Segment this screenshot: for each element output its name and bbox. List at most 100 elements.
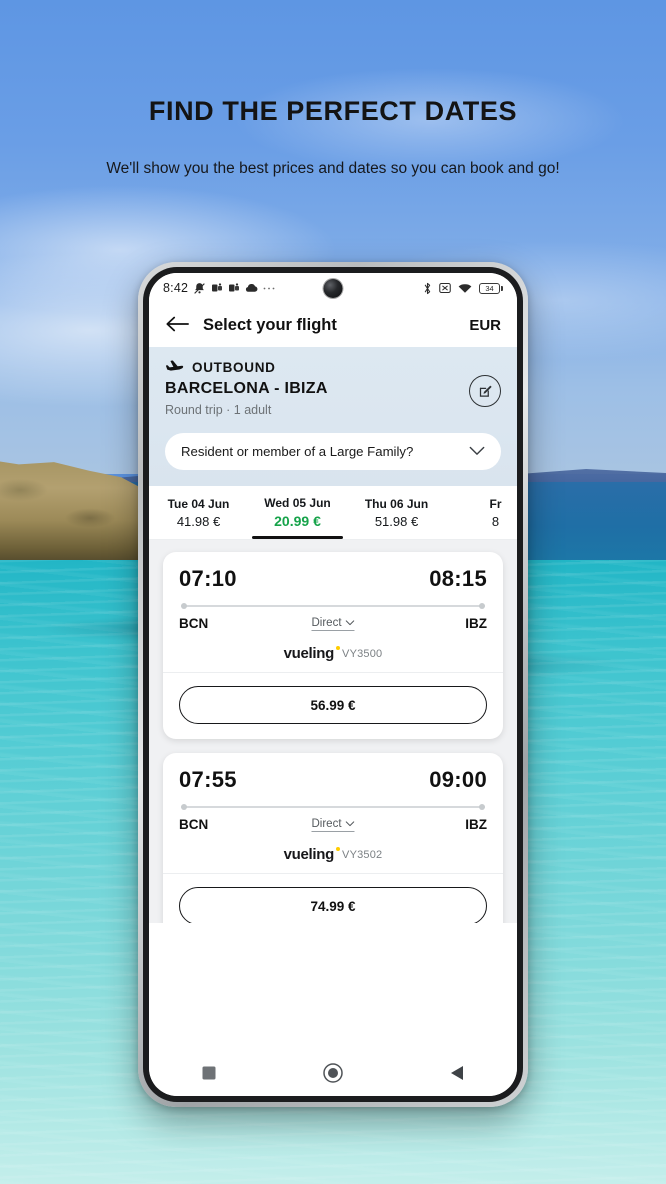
- rocky-coastline-left: [0, 460, 150, 568]
- chevron-down-icon: [345, 820, 355, 826]
- flight-card-bottom: 74.99 €: [163, 874, 503, 923]
- airline-row: vueling VY3500: [179, 645, 487, 662]
- outbound-label: OUTBOUND: [192, 359, 276, 375]
- date-label: Thu 06 Jun: [364, 496, 429, 511]
- select-price-button[interactable]: 56.99 €: [179, 686, 487, 724]
- origin-dot: [181, 603, 187, 609]
- airline-name: vueling: [283, 645, 335, 662]
- date-price: 8: [491, 513, 500, 529]
- flight-results-list[interactable]: 07:10 08:15 BCN Direct IBZ vueling VY350…: [149, 540, 517, 923]
- origin-dot: [181, 804, 187, 810]
- departure-time: 07:10: [179, 566, 237, 591]
- edit-pencil-icon: [478, 384, 493, 399]
- teams-icon: [211, 282, 223, 294]
- date-price: 41.98 €: [176, 513, 221, 529]
- outbound-label-row: OUTBOUND: [165, 359, 501, 375]
- date-label: Tue 04 Jun: [167, 496, 230, 511]
- flight-card-bottom: 56.99 €: [163, 673, 503, 739]
- stops-label: Direct: [311, 817, 342, 830]
- wifi-icon: [458, 283, 472, 294]
- stops-label: Direct: [311, 616, 342, 629]
- stops-toggle[interactable]: Direct: [311, 616, 355, 631]
- date-cell[interactable]: Thu 06 Jun 51.98 €: [347, 486, 446, 539]
- flight-card-top: 07:10 08:15 BCN Direct IBZ vueling VY350…: [163, 552, 503, 672]
- page-title: Select your flight: [203, 315, 337, 334]
- no-sim-icon: [439, 282, 451, 294]
- status-bar-right: 34: [423, 282, 503, 295]
- chevron-down-icon: [469, 444, 485, 459]
- date-price: 51.98 €: [374, 513, 419, 529]
- triangle-back-icon[interactable]: [450, 1065, 464, 1081]
- more-icon: [263, 286, 275, 291]
- battery-cap: [501, 285, 503, 291]
- outbound-panel: OUTBOUND BARCELONA - IBIZA Round trip · …: [149, 347, 517, 486]
- front-camera-punch-hole: [323, 279, 343, 298]
- status-time: 8:42: [163, 281, 189, 295]
- logo-accent-dot: [336, 646, 341, 650]
- airline-logo: vueling: [283, 645, 341, 662]
- battery-level: 34: [479, 282, 500, 294]
- currency-selector[interactable]: EUR: [469, 317, 501, 334]
- origin-code: BCN: [179, 817, 209, 832]
- flight-number: VY3502: [342, 848, 383, 861]
- flight-airports: BCN Direct IBZ: [179, 817, 487, 832]
- date-cell-selected[interactable]: Wed 05 Jun 20.99 €: [248, 486, 347, 539]
- flight-times: 07:55 09:00: [179, 767, 487, 793]
- flight-card[interactable]: 07:55 09:00 BCN Direct IBZ vueling VY350…: [163, 753, 503, 923]
- stops-toggle[interactable]: Direct: [311, 817, 355, 832]
- date-price-strip[interactable]: un € Tue 04 Jun 41.98 € Wed 05 Jun 20.99…: [149, 486, 517, 540]
- date-cell[interactable]: Tue 04 Jun 41.98 €: [149, 486, 248, 539]
- resident-dropdown-label: Resident or member of a Large Family?: [181, 444, 414, 459]
- flight-duration-bar: [181, 804, 485, 810]
- destination-dot: [479, 804, 485, 810]
- status-bar: 8:42 34: [149, 273, 517, 303]
- circle-home-icon[interactable]: [323, 1063, 343, 1083]
- notifications-muted-icon: [193, 282, 206, 295]
- plane-icon: [165, 359, 184, 375]
- flight-card[interactable]: 07:10 08:15 BCN Direct IBZ vueling VY350…: [163, 552, 503, 739]
- phone-bezel: 8:42 34 Select your flight EUR OUTBOUND …: [143, 267, 523, 1102]
- resident-discount-dropdown[interactable]: Resident or member of a Large Family?: [165, 433, 501, 470]
- phone-mockup: 8:42 34 Select your flight EUR OUTBOUND …: [138, 262, 528, 1107]
- promo-scene: FIND THE PERFECT DATES We'll show you th…: [0, 0, 666, 1184]
- flight-number: VY3500: [342, 647, 383, 660]
- origin-code: BCN: [179, 616, 209, 631]
- phone-screen: 8:42 34 Select your flight EUR OUTBOUND …: [149, 273, 517, 1096]
- destination-dot: [479, 603, 485, 609]
- flight-card-top: 07:55 09:00 BCN Direct IBZ vueling VY350…: [163, 753, 503, 873]
- arrival-time: 09:00: [429, 767, 487, 792]
- departure-time: 07:55: [179, 767, 237, 792]
- battery-icon: 34: [479, 282, 503, 294]
- select-price-button[interactable]: 74.99 €: [179, 887, 487, 923]
- flight-duration-bar: [181, 603, 485, 609]
- destination-code: IBZ: [465, 616, 487, 631]
- outbound-trip-meta: Round trip · 1 adult: [165, 403, 272, 417]
- date-price: 20.99 €: [274, 513, 321, 529]
- flight-airports: BCN Direct IBZ: [179, 616, 487, 631]
- bluetooth-icon: [423, 282, 432, 295]
- date-label: Wed 05 Jun: [264, 496, 331, 510]
- promo-headline: FIND THE PERFECT DATES: [148, 96, 518, 126]
- teams-icon: [228, 282, 240, 294]
- cloud-icon: [245, 283, 258, 293]
- android-nav-bar[interactable]: [149, 1050, 517, 1096]
- airline-name: vueling: [283, 846, 335, 863]
- square-recents-icon[interactable]: [202, 1066, 216, 1080]
- promo-subheadline: We'll show you the best prices and dates…: [106, 160, 560, 177]
- back-arrow-icon[interactable]: [165, 315, 189, 335]
- status-bar-left: 8:42: [163, 281, 275, 295]
- arrival-time: 08:15: [429, 566, 487, 591]
- airline-row: vueling VY3502: [179, 846, 487, 863]
- airline-logo: vueling: [283, 846, 341, 863]
- duration-line: [181, 605, 485, 607]
- flight-times: 07:10 08:15: [179, 566, 487, 592]
- app-bar: Select your flight EUR: [149, 303, 517, 347]
- outbound-route: BARCELONA - IBIZA: [165, 380, 328, 397]
- logo-accent-dot: [336, 847, 341, 851]
- duration-line: [181, 806, 485, 808]
- destination-code: IBZ: [465, 817, 487, 832]
- date-label: Fr: [489, 496, 502, 511]
- edit-search-button[interactable]: [469, 375, 501, 407]
- date-cell[interactable]: Fr 8: [446, 486, 517, 539]
- chevron-down-icon: [345, 619, 355, 625]
